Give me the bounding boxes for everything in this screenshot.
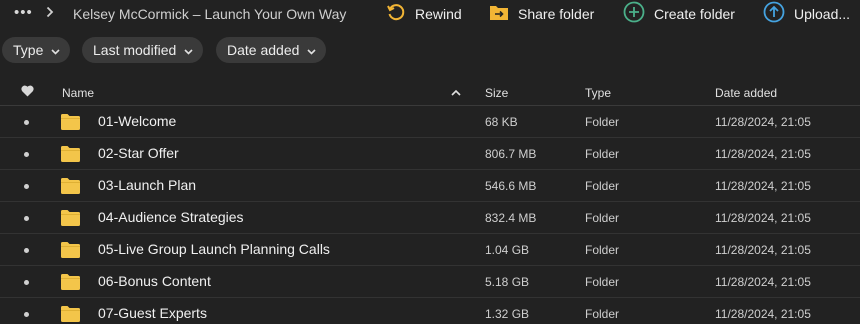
table-row[interactable]: 03-Launch Plan 546.6 MB Folder 11/28/2024, … (0, 170, 860, 202)
favorite-dot-icon[interactable] (24, 184, 29, 189)
folder-icon (61, 178, 80, 199)
top-bar: ••• Kelsey McCormick – Launch Your Own W… (0, 0, 860, 30)
file-name[interactable]: 01-Welcome (98, 113, 176, 129)
file-type: Folder (585, 115, 620, 129)
chevron-down-icon (184, 42, 193, 58)
column-header-name[interactable]: Name (62, 86, 94, 100)
file-date-added: 11/28/2024, 21:05 (715, 147, 811, 161)
file-type: Folder (585, 307, 620, 321)
date-added-filter-label: Date added (227, 42, 300, 58)
folder-icon (61, 274, 80, 295)
last-modified-filter-chip[interactable]: Last modified (82, 37, 204, 63)
upload-circle-icon (763, 1, 785, 28)
last-modified-filter-label: Last modified (93, 42, 177, 58)
folder-icon (61, 114, 80, 135)
file-size: 546.6 MB (485, 179, 537, 193)
create-folder-label: Create folder (654, 6, 735, 22)
file-size: 806.7 MB (485, 147, 537, 161)
file-name[interactable]: 03-Launch Plan (98, 177, 196, 193)
file-name[interactable]: 07-Guest Experts (98, 305, 207, 321)
breadcrumb-title[interactable]: Kelsey McCormick – Launch Your Own Way (73, 6, 346, 22)
file-name[interactable]: 04-Audience Strategies (98, 209, 244, 225)
file-type: Folder (585, 179, 620, 193)
chevron-down-icon (307, 42, 316, 58)
favorite-dot-icon[interactable] (24, 312, 29, 317)
upload-button[interactable]: Upload... (763, 1, 851, 28)
folder-icon (61, 242, 80, 263)
favorite-dot-icon[interactable] (24, 120, 29, 125)
create-folder-button[interactable]: Create folder (623, 1, 735, 28)
share-folder-label: Share folder (518, 6, 595, 22)
file-type: Folder (585, 243, 620, 257)
sort-ascending-icon[interactable] (451, 85, 461, 99)
table-row[interactable]: 05-Live Group Launch Planning Calls 1.04 … (0, 234, 860, 266)
file-date-added: 11/28/2024, 21:05 (715, 243, 811, 257)
file-type: Folder (585, 211, 620, 225)
folder-icon (61, 146, 80, 167)
rewind-label: Rewind (415, 6, 462, 22)
file-date-added: 11/28/2024, 21:05 (715, 179, 811, 193)
file-type: Folder (585, 275, 620, 289)
favorite-dot-icon[interactable] (24, 280, 29, 285)
upload-label: Upload... (794, 6, 851, 22)
column-header-date-added[interactable]: Date added (715, 86, 777, 100)
file-name[interactable]: 06-Bonus Content (98, 273, 211, 289)
type-filter-chip[interactable]: Type (2, 37, 71, 63)
favorite-dot-icon[interactable] (24, 216, 29, 221)
file-date-added: 11/28/2024, 21:05 (715, 211, 811, 225)
column-header-type[interactable]: Type (585, 86, 611, 100)
add-circle-icon (623, 1, 645, 28)
file-size: 5.18 GB (485, 275, 530, 289)
file-name[interactable]: 05-Live Group Launch Planning Calls (98, 241, 330, 257)
table-row[interactable]: 07-Guest Experts 1.32 GB Folder 11/28/2024,… (0, 298, 860, 324)
share-folder-icon (489, 3, 509, 26)
file-size: 1.32 GB (485, 307, 530, 321)
favorite-dot-icon[interactable] (24, 152, 29, 157)
file-size: 832.4 MB (485, 211, 537, 225)
folder-icon (61, 306, 80, 324)
favorite-dot-icon[interactable] (24, 248, 29, 253)
folder-icon (61, 210, 80, 231)
rewind-button[interactable]: Rewind (386, 3, 462, 25)
table-row[interactable]: 06-Bonus Content 5.18 GB Folder 11/28/2024,… (0, 266, 860, 298)
more-dots-icon[interactable]: ••• (14, 4, 33, 21)
chevron-down-icon (51, 42, 60, 58)
table-row[interactable]: 02-Star Offer 806.7 MB Folder 11/28/2024, 2… (0, 138, 860, 170)
table-row[interactable]: 04-Audience Strategies 832.4 MB Folder 11/2… (0, 202, 860, 234)
table-header: Name Size Type Date added (0, 79, 860, 106)
type-filter-label: Type (13, 42, 44, 58)
file-date-added: 11/28/2024, 21:05 (715, 115, 811, 129)
chevron-right-icon (46, 6, 54, 21)
file-type: Folder (585, 147, 620, 161)
date-added-filter-chip[interactable]: Date added (216, 37, 327, 63)
file-date-added: 11/28/2024, 21:05 (715, 307, 811, 321)
file-name[interactable]: 02-Star Offer (98, 145, 179, 161)
file-size: 68 KB (485, 115, 518, 129)
share-folder-button[interactable]: Share folder (489, 3, 594, 25)
heart-icon[interactable] (21, 85, 34, 100)
file-date-added: 11/28/2024, 21:05 (715, 275, 811, 289)
column-header-size[interactable]: Size (485, 86, 508, 100)
table-row[interactable]: 01-Welcome 68 KB Folder 11/28/2024, 21:05 (0, 106, 860, 138)
file-size: 1.04 GB (485, 243, 530, 257)
rewind-icon (386, 2, 406, 27)
